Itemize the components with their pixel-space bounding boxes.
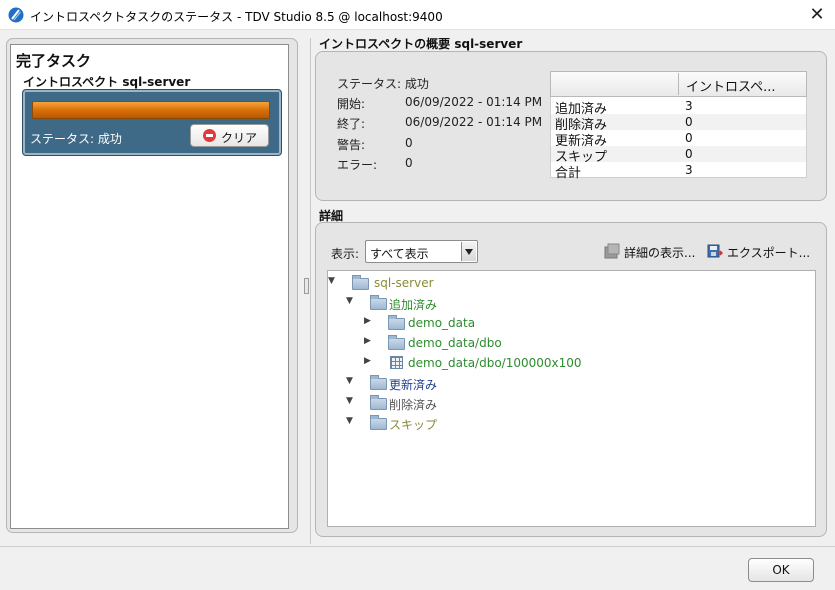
column-header-introspect[interactable]: イントロスペ... [686,76,776,95]
clear-icon [203,129,216,142]
end-label: 終了: [337,117,366,131]
task-progress-bar [32,101,270,119]
error-label: エラー: [337,158,378,172]
app-logo-icon [8,7,24,23]
show-details-button[interactable]: 詳細の表示... [624,244,695,261]
ok-button-label: OK [772,563,790,577]
error-value: 0 [405,156,413,170]
export-button[interactable]: エクスポート... [727,244,810,261]
expand-toggle[interactable]: ▶ [364,316,371,326]
collapse-toggle[interactable]: ▼ [346,296,353,306]
export-icon[interactable] [707,243,723,259]
start-label: 開始: [337,97,366,111]
show-filter-value: すべて表示 [370,247,429,261]
tree-node-added[interactable]: 追加済み [389,296,437,313]
clear-button-label: クリア [221,131,258,145]
task-title: イントロスペクト sql-server [23,75,191,89]
end-value: 06/09/2022 - 01:14 PM [405,115,543,129]
folder-icon [388,335,405,350]
warning-label: 警告: [337,138,366,152]
row-value-deleted: 0 [685,115,693,129]
collapse-toggle[interactable]: ▼ [328,276,335,286]
tree-node-demo-data[interactable]: demo_data [408,316,475,330]
chevron-down-icon[interactable] [461,242,476,261]
expand-toggle[interactable]: ▶ [364,356,371,366]
window-title: イントロスペクトタスクのステータス - TDV Studio 8.5 @ loc… [30,10,443,24]
row-value-skipped: 0 [685,147,693,161]
column-divider[interactable] [678,73,679,95]
row-name-total: 合計 [555,166,582,181]
tree-node-updated[interactable]: 更新済み [389,376,437,393]
close-icon[interactable]: ✕ [806,4,828,26]
tree-node-deleted[interactable]: 削除済み [389,396,437,413]
tree-node-skipped[interactable]: スキップ [389,416,437,433]
folder-icon [370,395,387,410]
start-value: 06/09/2022 - 01:14 PM [405,95,543,109]
row-value-total: 3 [685,163,693,177]
collapse-toggle[interactable]: ▼ [346,416,353,426]
details-icon[interactable] [604,243,620,259]
folder-icon [352,275,369,290]
collapse-toggle[interactable]: ▼ [346,376,353,386]
completed-tasks-heading: 完了タスク [16,52,92,70]
tree-node-root[interactable]: sql-server [374,276,434,290]
footer-divider [0,546,835,547]
row-value-added: 3 [685,99,693,113]
row-value-updated: 0 [685,131,693,145]
warning-value: 0 [405,136,413,150]
collapse-toggle[interactable]: ▼ [346,396,353,406]
folder-icon [370,295,387,310]
show-filter-label: 表示: [331,247,360,261]
task-status-text: ステータス: 成功 [30,132,122,146]
splitter-grip-icon[interactable] [304,278,309,294]
table-icon [390,356,403,369]
tree-node-demo-data-dbo[interactable]: demo_data/dbo [408,336,502,350]
splitter-line [310,38,311,544]
folder-icon [370,375,387,390]
expand-toggle[interactable]: ▶ [364,336,371,346]
tree-node-table[interactable]: demo_data/dbo/100000x100 [408,356,582,370]
folder-icon [370,415,387,430]
summary-status: ステータス: 成功 [337,77,429,91]
folder-icon [388,315,405,330]
summary-title: イントロスペクトの概要 sql-server [319,37,523,51]
